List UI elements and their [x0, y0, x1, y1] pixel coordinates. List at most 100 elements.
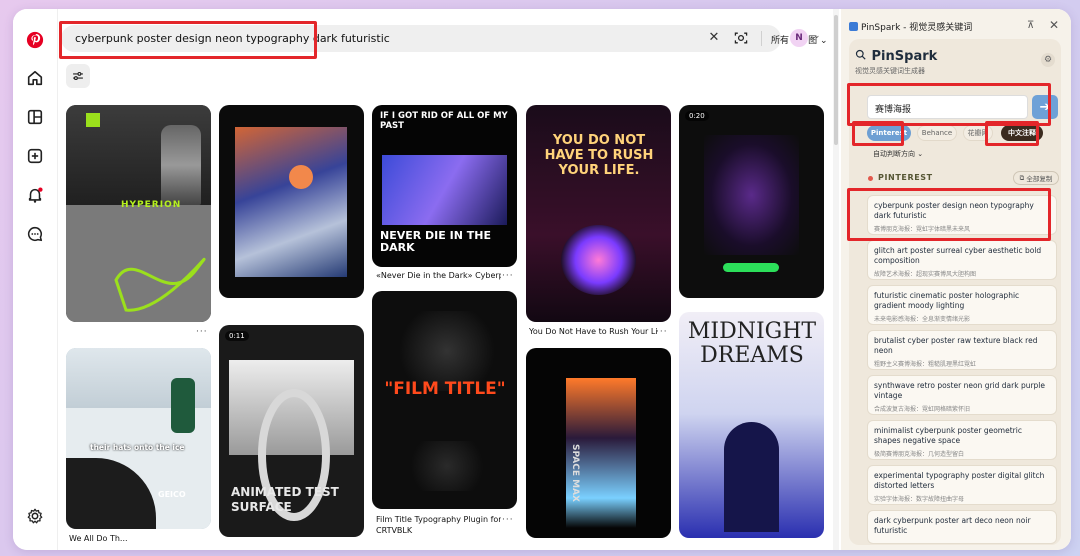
pin-card[interactable]: their hats onto the ice GEICO [66, 348, 211, 529]
pin-card[interactable]: IF I GOT RID OF ALL OF MY PAST NEVER DIE… [372, 105, 517, 267]
keyword-card[interactable]: brutalist cyber poster raw texture black… [867, 330, 1057, 370]
pin-brand-text: GEICO [158, 490, 186, 499]
input-highlight-box [847, 83, 1051, 126]
pin-more-options[interactable]: ··· [502, 515, 514, 525]
auto-direction-label: 自动判断方向 [873, 150, 915, 158]
section-dot-icon [868, 176, 873, 181]
pin-image-figure [724, 422, 779, 532]
search-icon [855, 49, 866, 60]
pin-title[interactable]: Film Title Typography Plugin for... [376, 515, 501, 524]
pin-more-options[interactable]: ··· [656, 327, 668, 337]
copy-icon: ⧉ [1019, 173, 1025, 182]
first-keyword-highlight-box [847, 188, 1051, 241]
keyword-en: glitch art poster surreal cyber aestheti… [874, 246, 1042, 265]
notifications-icon[interactable] [26, 186, 44, 204]
keyword-zh: 粗野主义赛博海报：粗糙肌理黑红霓虹 [874, 361, 977, 368]
pin-art-text: "FILM TITLE" [384, 379, 506, 399]
keyword-card[interactable]: synthwave retro poster neon grid dark pu… [867, 375, 1057, 415]
brand-subtitle: 视觉灵感关键词生成器 [855, 67, 925, 75]
search-divider [761, 31, 762, 46]
keyword-en: experimental typography poster digital g… [874, 471, 1045, 490]
keyword-en: brutalist cyber poster raw texture black… [874, 336, 1038, 355]
pin-image [704, 135, 799, 255]
pin-image-block [86, 113, 100, 127]
brand-name: PinSpark [871, 49, 938, 64]
keyword-zh: 合成波复古海报：霓虹网格暗紫怀旧 [874, 406, 971, 413]
search-highlight-box [59, 21, 317, 59]
keyword-zh: 极简赛博朋克海报：几何造型留白 [874, 451, 965, 458]
pin-more-options[interactable]: ··· [196, 327, 208, 337]
keyword-card[interactable]: futuristic cinematic poster holographic … [867, 285, 1057, 325]
pin-art-text: IF I GOT RID OF ALL OF MY PAST [380, 111, 508, 131]
pin-art-text: MIDNIGHT DREAMS [687, 319, 817, 368]
auto-direction-dropdown[interactable]: 自动判断方向 ⌄ [873, 149, 923, 159]
scrollbar-thumb[interactable] [834, 15, 838, 145]
copy-all-button[interactable]: ⧉ 全部复制 [1013, 171, 1059, 185]
create-icon[interactable] [26, 147, 44, 165]
boards-icon[interactable] [26, 108, 44, 126]
pin-art-text: ANIMATED TEST SURFACE [231, 485, 339, 514]
video-duration-badge: 0:11 [225, 331, 249, 341]
rail-divider [57, 9, 58, 550]
left-nav-rail [13, 9, 57, 550]
keyword-en: futuristic cinematic poster holographic … [874, 291, 1020, 310]
keyword-zh: 未来电影感海报：全息渐变情绪光影 [874, 316, 971, 323]
pin-more-options[interactable]: ··· [502, 271, 514, 281]
pin-panel-icon[interactable]: ⊼ [1027, 20, 1034, 31]
account-chevron-down-icon[interactable]: ⌄ [813, 31, 821, 41]
pin-card[interactable]: 0:11 ANIMATED TEST SURFACE [219, 325, 364, 537]
pin-subtitle[interactable]: CRTVBLK [376, 526, 501, 535]
panel-settings-gear-icon[interactable]: ⚙ [1041, 53, 1055, 67]
pin-image-flower [561, 225, 636, 295]
keyword-card[interactable]: glitch art poster surreal cyber aestheti… [867, 240, 1057, 280]
pin-image-shape [114, 257, 206, 312]
pin-art-text: NEVER DIE IN THE DARK [380, 229, 491, 254]
pin-card[interactable]: 0:20 [679, 105, 824, 298]
pin-image-sun [289, 165, 313, 189]
pin-image [382, 155, 507, 225]
pin-title[interactable]: «Never Die in the Dark» Cyberpu... [376, 271, 501, 280]
keyword-en: dark cyberpunk poster art deco neon noir… [874, 516, 1031, 535]
chinese-notes-highlight-box [985, 121, 1039, 146]
panel-window-title: PinSpark - 视觉灵感关键词 [849, 20, 972, 33]
pin-card[interactable]: "FILM TITLE" [372, 291, 517, 509]
keyword-zh: 故障艺术海报：超现实赛博风大胆构图 [874, 271, 977, 278]
pin-card[interactable] [219, 105, 364, 298]
pin-caption: their hats onto the ice [90, 443, 185, 452]
pin-card[interactable]: MIDNIGHT DREAMS [679, 312, 824, 538]
pinterest-logo-icon[interactable] [26, 31, 44, 49]
pin-title[interactable]: You Do Not Have to Rush Your Life... [529, 327, 657, 336]
pin-art-text: HYPERION [121, 200, 182, 210]
close-panel-icon[interactable]: ✕ [1049, 18, 1059, 32]
pin-image-pill [723, 263, 779, 272]
keyword-card[interactable]: dark cyberpunk poster art deco neon noir… [867, 510, 1057, 544]
pin-image-lower [402, 441, 492, 491]
chip-behance[interactable]: Behance [917, 125, 957, 141]
pinterest-chip-highlight-box [852, 121, 904, 146]
keyword-card[interactable]: minimalist cyberpunk poster geometric sh… [867, 420, 1057, 460]
visual-search-camera-icon[interactable] [733, 30, 749, 46]
pin-title[interactable]: We All Do Th... [69, 534, 169, 543]
sliders-icon [73, 71, 83, 81]
video-duration-badge: 0:20 [685, 111, 709, 121]
pin-card[interactable]: YOU DO NOT HAVE TO RUSH YOUR LIFE. [526, 105, 671, 322]
keyword-en: synthwave retro poster neon grid dark pu… [874, 381, 1045, 400]
pin-art-text: YOU DO NOT HAVE TO RUSH YOUR LIFE. [544, 133, 654, 178]
avatar[interactable]: N [790, 29, 808, 47]
pin-image-rocket [161, 125, 201, 205]
keyword-card[interactable]: experimental typography poster digital g… [867, 465, 1057, 505]
messages-icon[interactable] [26, 225, 44, 243]
pin-card[interactable]: HYPERION [66, 105, 211, 322]
settings-gear-icon[interactable] [26, 507, 44, 525]
pin-image-player [171, 378, 195, 433]
copy-all-label: 全部复制 [1026, 175, 1053, 183]
pin-card[interactable]: SPACE MAX [526, 348, 671, 538]
pin-image [235, 127, 347, 277]
brand-title: PinSpark [855, 49, 937, 64]
filters-button[interactable] [66, 64, 90, 88]
chevron-down-icon: ⌄ [820, 36, 828, 46]
keyword-zh: 实验字体海报：数字故障扭曲字母 [874, 496, 965, 503]
home-icon[interactable] [26, 69, 44, 87]
panel-title-text: PinSpark - 视觉灵感关键词 [861, 23, 973, 33]
clear-search-icon[interactable]: ✕ [707, 31, 721, 45]
